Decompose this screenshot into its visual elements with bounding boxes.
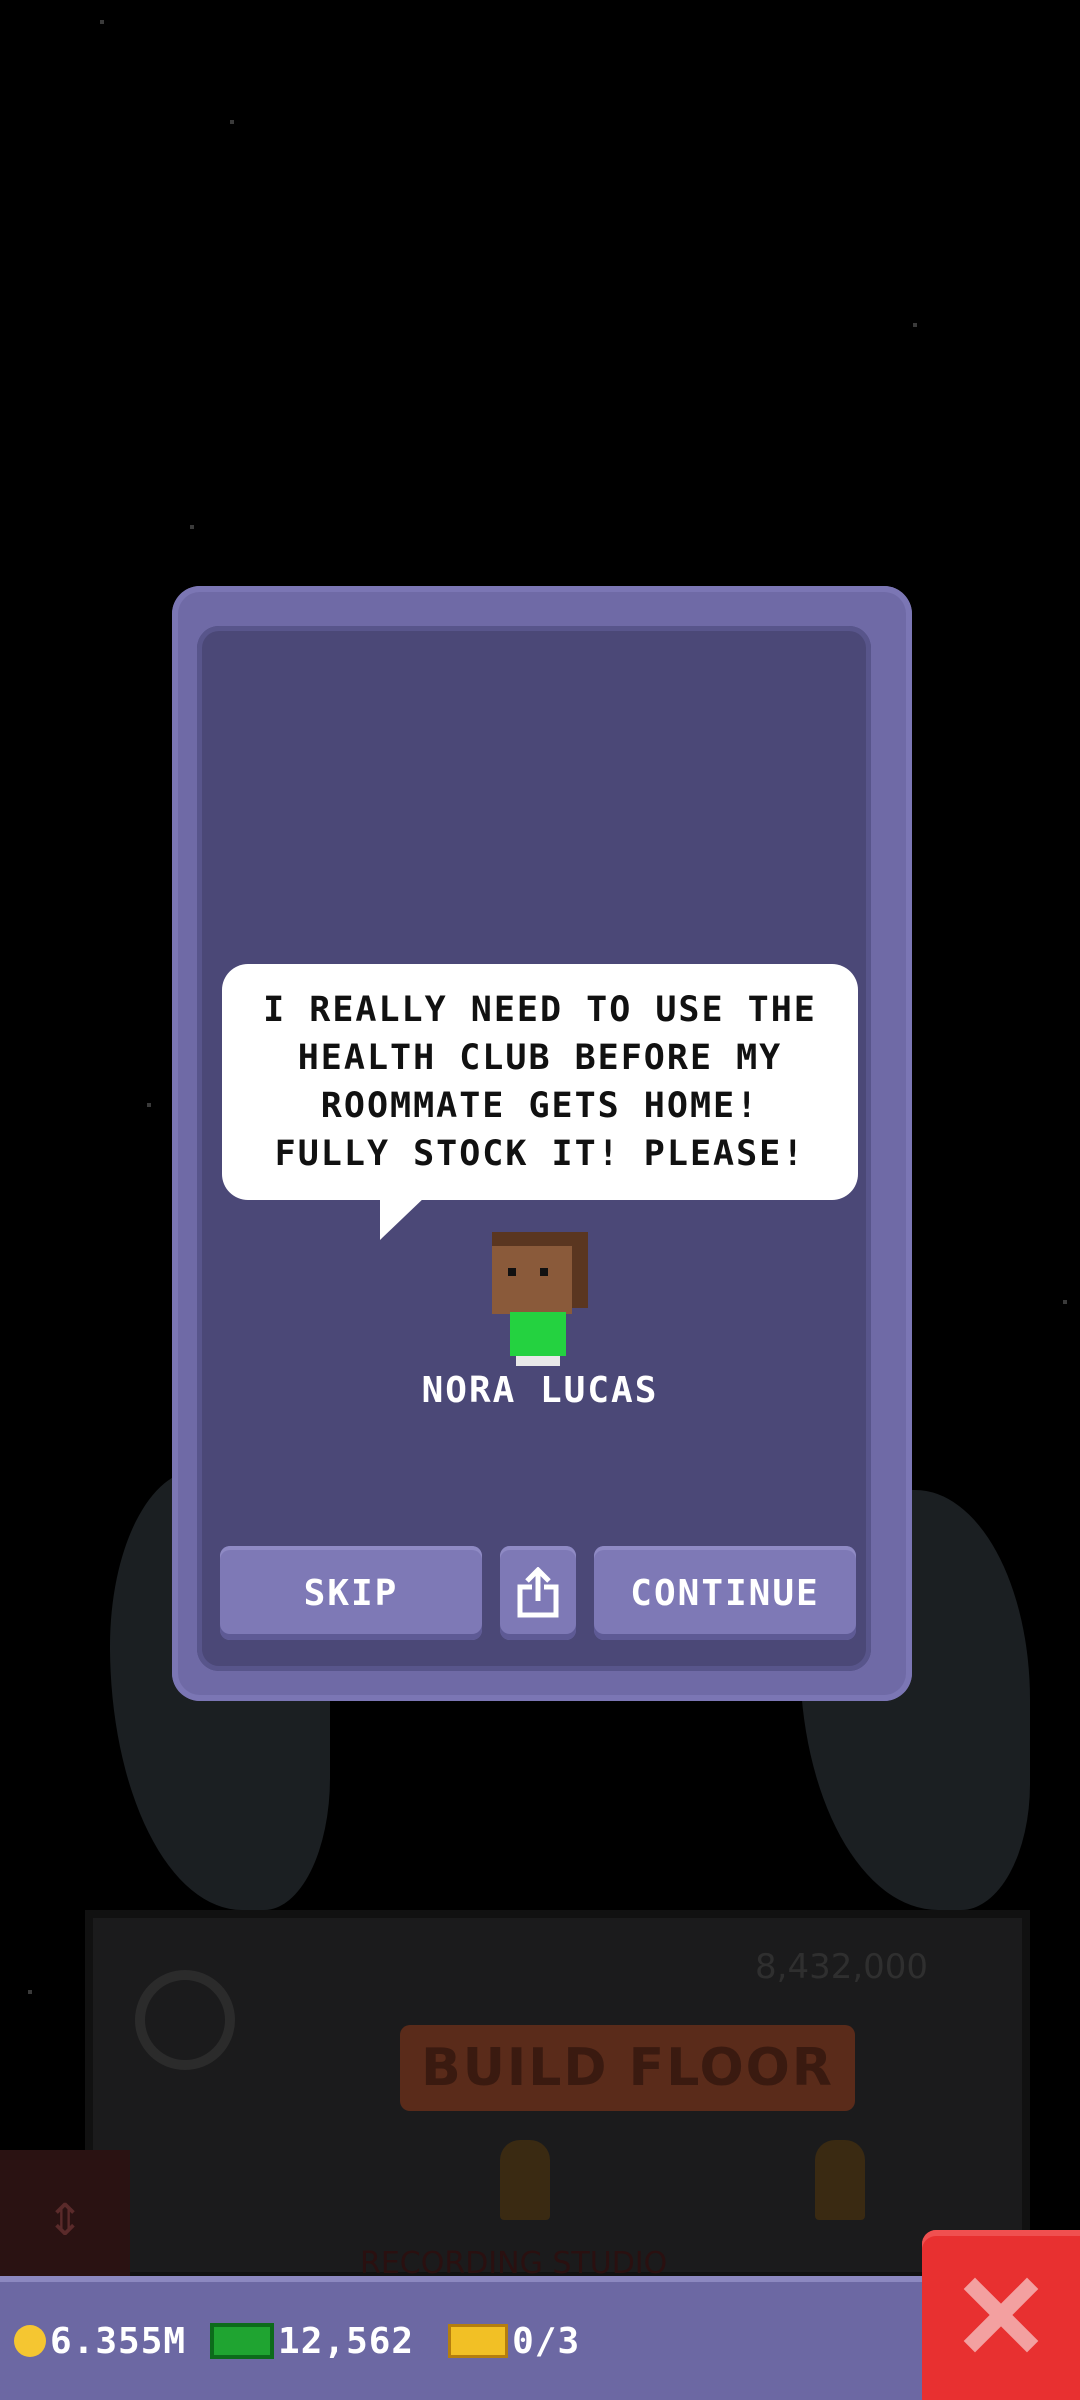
speech-line: HEALTH CLUB BEFORE MY (297, 1038, 783, 1078)
star (1063, 1300, 1067, 1304)
build-floor-button: BUILD FLOOR (400, 2025, 855, 2111)
speech-text: I REALLY NEED TO USE THE HEALTH CLUB BEF… (263, 986, 817, 1178)
tickets-stat: 0/3 (428, 2321, 580, 2362)
worker (815, 2140, 865, 2220)
tickets-value: 0/3 (512, 2320, 581, 2362)
star (230, 120, 234, 124)
skip-button[interactable]: SKIP (220, 1546, 482, 1640)
share-icon (517, 1567, 559, 1618)
close-icon (963, 2277, 1039, 2353)
bux-icon (210, 2323, 275, 2359)
share-button[interactable] (500, 1546, 576, 1640)
star (190, 525, 194, 529)
up-down-arrows-icon: ⇕ (46, 2180, 84, 2250)
worker (500, 2140, 550, 2220)
coins-stat: 6.355M (14, 2321, 186, 2362)
character-name: NORA LUCAS (421, 1370, 659, 1411)
close-button[interactable] (922, 2230, 1080, 2400)
character-eye (540, 1268, 548, 1276)
character-eye (508, 1268, 516, 1276)
character-feet (516, 1356, 560, 1366)
coin-icon (14, 2325, 46, 2357)
character-shirt (510, 1312, 566, 1356)
continue-button[interactable]: CONTINUE (594, 1546, 856, 1640)
bux-stat: 12,562 (200, 2321, 414, 2362)
speech-line: ROOMMATE GETS HOME! (320, 1086, 760, 1126)
speech-bubble: I REALLY NEED TO USE THE HEALTH CLUB BEF… (222, 964, 858, 1200)
star (100, 20, 104, 24)
ticket-icon (448, 2324, 509, 2358)
speech-line: FULLY STOCK IT! PLEASE! (274, 1134, 806, 1174)
bux-value: 12,562 (278, 2320, 415, 2362)
elevator-control: ⇕ (0, 2150, 130, 2280)
star (913, 323, 917, 327)
star (147, 1103, 151, 1107)
elevator-wheel-icon (135, 1970, 235, 2070)
speech-bubble-tail (380, 1196, 426, 1240)
character-avatar (488, 1232, 592, 1372)
speech-line: I REALLY NEED TO USE THE (263, 990, 817, 1030)
character-face (492, 1246, 572, 1314)
floor-cost: 8,432,000 (755, 1947, 929, 1987)
status-bar: 6.355M 12,562 0/3 (0, 2276, 922, 2400)
coins-value: 6.355M (50, 2320, 187, 2362)
